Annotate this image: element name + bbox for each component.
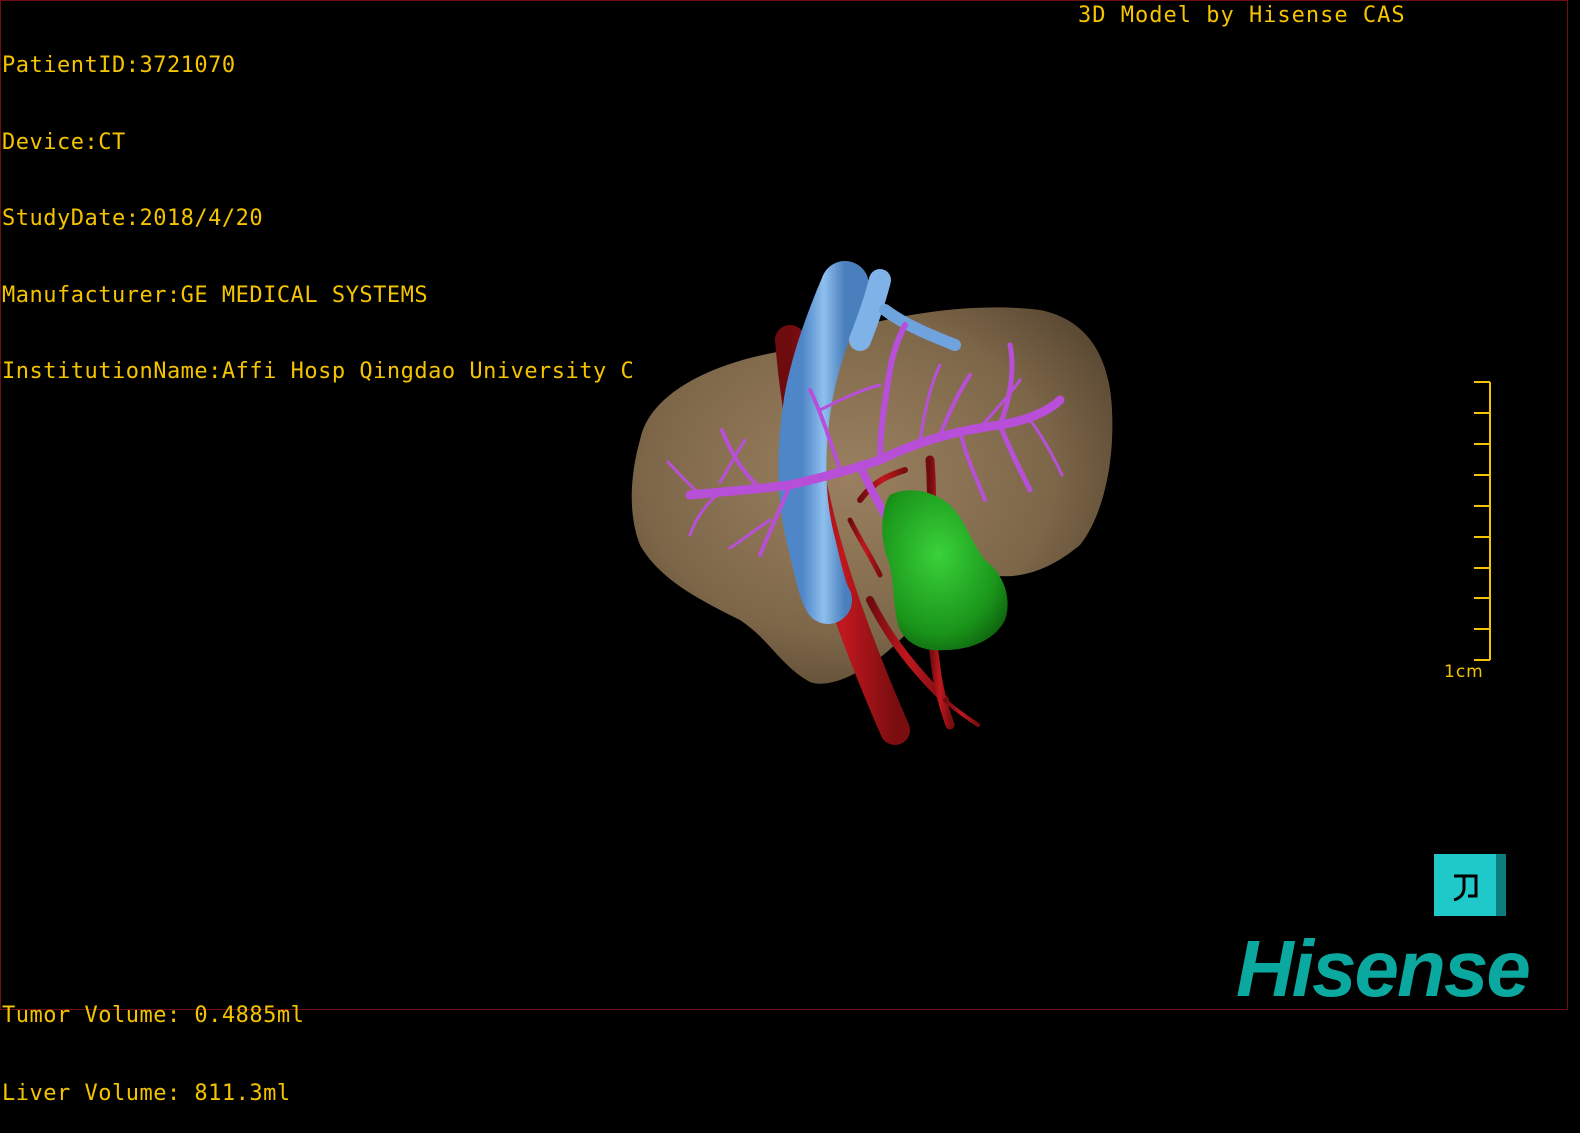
model-credit: 3D Model by Hisense CAS <box>1078 3 1406 28</box>
brand-logo: Hisense <box>1236 924 1531 1013</box>
institution-name: InstitutionName:Affi Hosp Qingdao Univer… <box>2 359 635 384</box>
logo-shade <box>1496 854 1506 916</box>
manufacturer: Manufacturer:GE MEDICAL SYSTEMS <box>2 282 429 308</box>
liver-volume: Liver Volume: 811.3ml <box>2 1081 291 1106</box>
study-date: StudyDate:2018/4/20 <box>2 206 264 231</box>
tumor-volume: Tumor Volume: 0.4885ml <box>2 1003 305 1028</box>
volume-readout: Tumor Volume: 0.4885ml Liver Volume: 811… <box>2 951 304 1133</box>
scale-bar-label: 1cm <box>1444 662 1484 682</box>
scale-bar <box>1474 381 1491 661</box>
logo-glyph <box>1453 874 1478 902</box>
logo-icon[interactable] <box>1434 854 1506 916</box>
study-info: PatientID:3721070 Device:CT StudyDate:20… <box>2 2 634 410</box>
patient-id: PatientID:3721070 <box>2 53 236 78</box>
device: Device:CT <box>2 129 126 155</box>
